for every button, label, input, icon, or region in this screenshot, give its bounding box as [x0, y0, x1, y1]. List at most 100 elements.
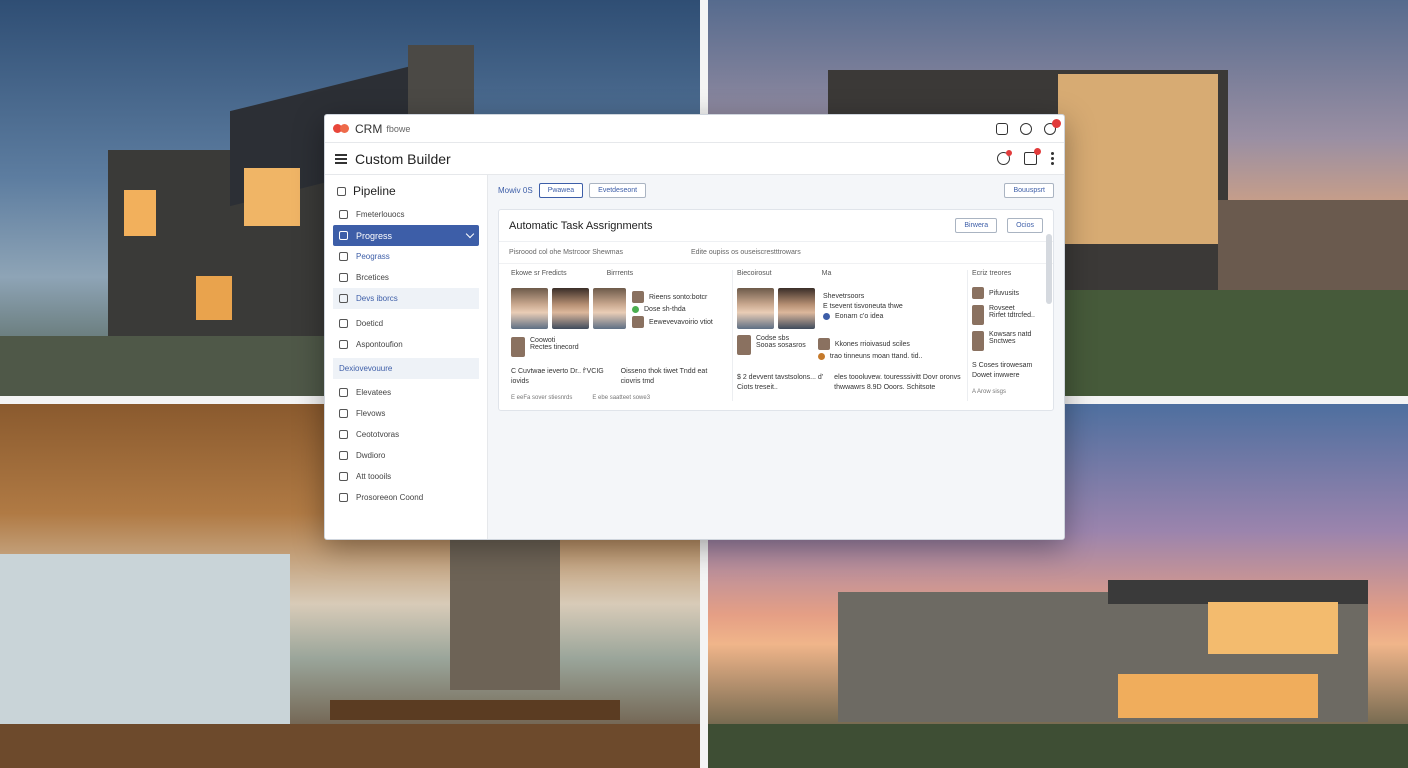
toolbar-button-1[interactable]: Pwawea	[538, 182, 584, 198]
card-meta-2: Edite oupiss os ouseiscrestttrowars	[691, 249, 801, 256]
share-icon[interactable]	[1020, 122, 1032, 135]
toolbar-button-3[interactable]: Bouuspsrt	[1004, 182, 1054, 198]
card-meta-row: Pisroood col ohe Mstrcoor Shewmas Edite …	[499, 242, 1053, 264]
flow-icon	[339, 409, 348, 418]
avatar[interactable]	[552, 288, 589, 329]
avatar[interactable]	[778, 288, 815, 329]
report-icon	[339, 493, 348, 502]
assignee-line: Dose sh-thda	[632, 306, 713, 313]
app-name: CRM	[355, 121, 383, 136]
assignee-row: Kowsars natd Snctwes	[972, 331, 1041, 351]
doc-icon	[339, 319, 348, 328]
avatar-small	[737, 335, 751, 355]
avatar-small	[972, 331, 984, 351]
task-note: $ 2 devvent tavstsolons... d' Ciots tres…	[737, 374, 824, 391]
sidebar-item-8[interactable]: Elevatees	[333, 382, 479, 403]
sidebar-item-6[interactable]: Aspontoufion	[333, 334, 479, 355]
col4-header: Ma	[821, 270, 832, 277]
assignee-row: Codse sbs Sooas sosasros	[737, 335, 806, 363]
sidebar-item-13[interactable]: Prosoreeon Coond	[333, 487, 479, 508]
status-dot-icon	[817, 353, 825, 360]
sidebar-item-5[interactable]: Doeticd	[333, 313, 479, 334]
sidebar-item-12[interactable]: Att toooils	[333, 466, 479, 487]
assignee-line: Pifuvusits	[972, 287, 1041, 299]
assignment-group-3: Ecriz treores Pifuvusits Rovseet Rirfet t…	[967, 270, 1045, 401]
tools-icon	[339, 472, 348, 481]
sidebar-subitem-3[interactable]: Devs iborcs	[333, 288, 479, 309]
sidebar: Pipeline Fmeterlouocs Progress Peograss …	[325, 175, 488, 539]
toolbar-label: Mowiv 0S	[498, 185, 533, 195]
avatar-small	[817, 338, 830, 350]
card-header: Automatic Task Assrignments Birwera Ocio…	[499, 210, 1053, 242]
progress-icon	[339, 231, 348, 240]
subitem-icon	[339, 252, 348, 261]
calendar-icon	[339, 340, 348, 349]
card-title: Automatic Task Assrignments	[509, 219, 653, 232]
assignment-group-2: Biecoirosut Ma Shevetrsoors E tsevent tis…	[732, 270, 967, 401]
avatar[interactable]	[737, 288, 774, 329]
sidebar-section-header: Dexiovevouure	[333, 358, 479, 379]
assignment-group-1: Ekowe sr Fredicts Birrrents Rieens sonto:…	[507, 270, 732, 401]
status-dot-icon	[632, 306, 639, 313]
menu-icon[interactable]	[335, 153, 347, 164]
toolbar-button-2[interactable]: Evetdeseont	[589, 182, 647, 198]
assignee-detail: E tsevent tisvoneuta thwe	[823, 303, 903, 310]
assignee-row: Rovseet Rirfet tdtrcfed..	[972, 305, 1041, 325]
subitem-icon	[339, 273, 348, 282]
task-footer: E ebe saatteet sowe3	[592, 395, 651, 401]
scrollbar[interactable]	[1046, 234, 1052, 304]
notification-icon[interactable]	[1044, 118, 1061, 135]
sidebar-item-9[interactable]: Flevows	[333, 403, 479, 424]
lock-icon[interactable]	[996, 122, 1008, 135]
avatar-small	[972, 305, 984, 325]
assignee-line: Eonarn c'o idea	[823, 313, 903, 320]
task-footer: A Arow sisgs	[972, 389, 1007, 395]
app-subtitle: fbowe	[386, 123, 411, 134]
chevron-down-icon	[465, 229, 475, 238]
assignee-line: trao tinneuns moan ttand. tid..	[817, 353, 922, 360]
notification-badge	[1052, 118, 1061, 128]
assignee-line: Eewevevavoirio vtiot	[632, 316, 713, 328]
crm-logo-icon	[333, 124, 349, 133]
sidebar-subitem-2[interactable]: Brcetices	[333, 267, 479, 288]
avatar[interactable]	[593, 288, 626, 329]
avatar-small	[511, 337, 525, 357]
task-note: Oisseno thok tiwet Tndd eat ciovris tmd	[620, 368, 708, 385]
card-button-1[interactable]: Birwera	[955, 218, 998, 233]
more-options-icon[interactable]	[1051, 152, 1054, 165]
task-assignments-card: Automatic Task Assrignments Birwera Ocio…	[498, 209, 1054, 411]
avatar[interactable]	[511, 288, 548, 329]
status-dot-icon	[823, 313, 830, 320]
sidebar-subitem-1[interactable]: Peograss	[333, 246, 479, 267]
title-bar: CRM fbowe	[325, 115, 1064, 143]
task-footer: E eeFa sover stiesnrds	[511, 395, 573, 401]
bell-icon[interactable]	[1024, 148, 1041, 165]
sidebar-item-11[interactable]: Dwdioro	[333, 445, 479, 466]
sidebar-item-progress[interactable]: Progress	[333, 225, 479, 246]
col3-header: Biecoirosut	[737, 270, 772, 277]
sidebar-item-10[interactable]: Ceototvoras	[333, 424, 479, 445]
pipeline-icon	[337, 186, 346, 196]
list-icon	[339, 210, 348, 219]
assignee-line: Kkones rrioivasud sciles	[817, 338, 923, 350]
settings-icon[interactable]	[997, 150, 1012, 165]
avatar-small	[632, 291, 644, 303]
page-title: Custom Builder	[355, 150, 451, 167]
card-button-2[interactable]: Ocios	[1007, 218, 1043, 233]
card-meta-1: Pisroood col ohe Mstrcoor Shewmas	[509, 249, 623, 256]
assignee-name: Shevetrsoors	[823, 293, 865, 300]
main-content: Mowiv 0S Pwawea Evetdeseont Bouuspsrt Au…	[488, 175, 1064, 539]
avatar-small	[632, 316, 644, 328]
col2-header: Birrrents	[606, 270, 634, 277]
avatar-group	[737, 288, 815, 329]
col5-header: Ecriz treores	[972, 270, 1012, 277]
folder-icon	[339, 388, 348, 397]
assignee-line: Rieens sonto:botcr	[632, 291, 713, 303]
crm-window: CRM fbowe Custom Builder Pipeline Fmeter…	[324, 114, 1065, 540]
task-note: S Coses tirowesam Dowet inwwere	[972, 362, 1033, 379]
page-header: Custom Builder	[325, 143, 1064, 175]
sidebar-item-0[interactable]: Fmeterlouocs	[333, 204, 479, 225]
assignee-row: Coowoti Rectes tinecord	[511, 337, 728, 357]
toolbar: Mowiv 0S Pwawea Evetdeseont Bouuspsrt	[498, 181, 1054, 199]
task-note: eles toooluvew. touresssivitt Dovr oronv…	[834, 374, 961, 391]
